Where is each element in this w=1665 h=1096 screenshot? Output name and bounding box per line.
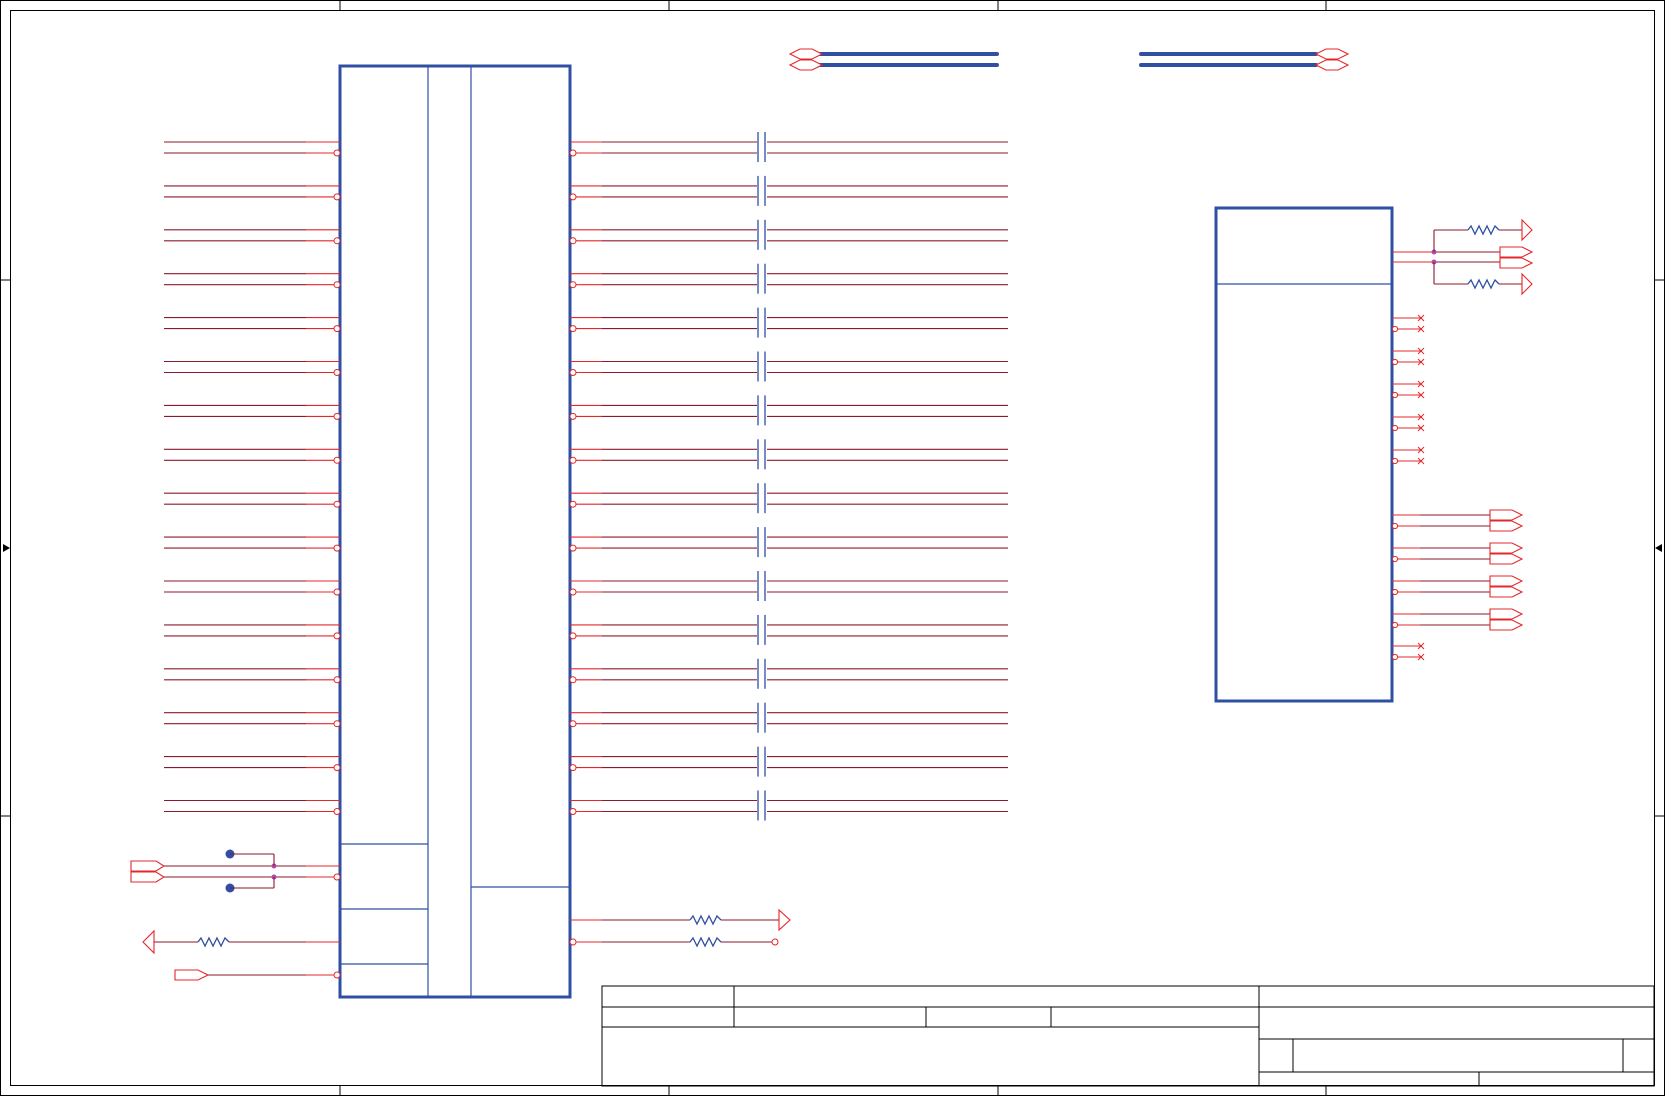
left-pair-inversion-bubble <box>333 632 341 640</box>
left-pair-inversion-bubble <box>333 193 341 201</box>
clock-input-port <box>130 849 341 893</box>
right-diff-pairs <box>569 141 1008 815</box>
bus-pair-right <box>1139 48 1350 71</box>
controller-output-ports <box>1391 509 1524 631</box>
left-pair-inversion-bubble <box>333 764 341 772</box>
controller-component <box>1214 206 1394 703</box>
left-pair-inversion-bubble <box>333 237 341 245</box>
output-port <box>1489 553 1524 565</box>
right-pair-inversion-bubble <box>569 544 577 552</box>
output-port <box>1489 586 1524 598</box>
right-termination-resistors <box>569 908 791 948</box>
right-pair-inversion-bubble <box>569 325 577 333</box>
right-pair-inversion-bubble <box>569 412 577 420</box>
controller-terminated-pair <box>1392 218 1534 296</box>
nc-pin-bubble <box>1391 391 1399 399</box>
right-pair-inversion-bubble <box>569 369 577 376</box>
right-pair-inversion-bubble <box>569 676 577 684</box>
nc-pin-bubble <box>1391 424 1399 432</box>
right-pair-inversion-bubble <box>569 456 577 464</box>
left-pair-inversion-bubble <box>333 369 341 376</box>
left-pair-inversion-bubble <box>333 149 341 157</box>
output-pin-bubble <box>1391 588 1399 596</box>
right-pair-inversion-bubble <box>569 193 577 201</box>
left-pair-inversion-bubble <box>333 808 341 815</box>
controller-unconnected-pins <box>1391 314 1425 661</box>
left-pair-inversion-bubble <box>333 456 341 464</box>
output-port <box>1489 619 1524 631</box>
left-pair-inversion-bubble <box>333 281 341 289</box>
output-port <box>1489 509 1524 521</box>
right-pair-inversion-bubble <box>569 281 577 289</box>
right-pair-inversion-bubble <box>569 720 577 728</box>
title-block <box>601 985 1655 1087</box>
left-pair-inversion-bubble <box>333 588 341 596</box>
output-pin-bubble <box>1391 522 1399 530</box>
right-pair-inversion-bubble <box>569 149 577 157</box>
nc-pin-bubble <box>1391 358 1399 366</box>
left-control-port <box>174 969 341 981</box>
connector-component <box>338 64 572 999</box>
left-pair-inversion-bubble <box>333 676 341 684</box>
right-pair-inversion-bubble <box>569 500 577 508</box>
nc-pin-bubble <box>1391 653 1399 661</box>
right-pair-inversion-bubble <box>569 632 577 640</box>
right-pair-inversion-bubble <box>569 588 577 596</box>
right-pair-inversion-bubble <box>569 237 577 245</box>
output-pin-bubble <box>1391 555 1399 563</box>
bus-pair-left <box>788 48 999 71</box>
right-pair-inversion-bubble <box>569 808 577 815</box>
output-port <box>1489 542 1524 554</box>
left-pair-inversion-bubble <box>333 412 341 420</box>
output-port <box>1489 575 1524 587</box>
series-capacitors <box>757 132 767 821</box>
left-pair-inversion-bubble <box>333 544 341 552</box>
left-pair-inversion-bubble <box>333 500 341 508</box>
right-pair-inversion-bubble <box>569 764 577 772</box>
output-pin-bubble <box>1391 621 1399 629</box>
left-pair-inversion-bubble <box>333 325 341 333</box>
schematic-sheet <box>0 0 1665 1096</box>
nc-pin-bubble <box>1391 325 1399 333</box>
output-port <box>1489 520 1524 532</box>
output-port <box>1489 608 1524 620</box>
nc-pin-bubble <box>1391 457 1399 465</box>
left-diff-pairs <box>164 141 341 815</box>
left-reference-resistor <box>142 929 340 955</box>
left-pair-inversion-bubble <box>333 720 341 728</box>
